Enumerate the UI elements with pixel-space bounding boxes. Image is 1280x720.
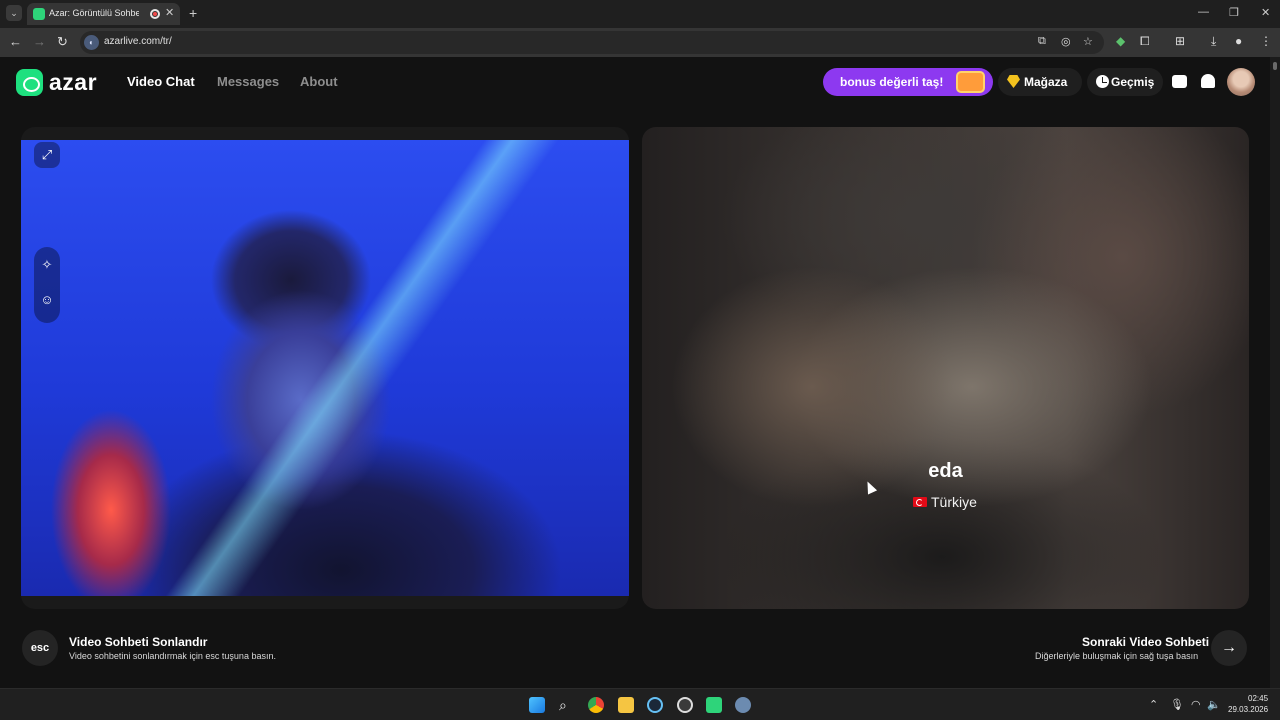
taskbar-date[interactable]: 29.03.2026 [1228,705,1268,714]
settings-gear-icon[interactable] [735,697,751,713]
bonus-label: bonus değerli taş! [840,75,944,89]
azar-app-icon[interactable] [706,697,722,713]
end-chat-hint: Video sohbetini sonlandırmak için esc tu… [69,651,276,661]
end-chat-esc-button[interactable]: esc [22,630,58,666]
windows-taskbar: ⌕ ⌃ 🎙 ◠ 🔈 02:45 29.03.2026 [0,688,1280,720]
windows-start-icon[interactable] [529,697,545,713]
treasure-chest-icon [956,71,985,93]
browser-tab[interactable]: Azar: Görüntülü Sohbet & V ✕ [27,3,180,25]
clock-icon [1096,75,1109,88]
tracking-eye-icon[interactable]: ◎ [1061,35,1071,48]
translate-icon[interactable]: ⊞ [1175,34,1185,48]
end-chat-title: Video Sohbeti Sonlandır [69,635,208,649]
store-label: Mağaza [1024,75,1068,89]
azar-logo-text[interactable]: azar [49,69,97,96]
next-chat-button[interactable]: → [1211,630,1247,666]
browser-menu-icon[interactable]: ⋮ [1260,34,1272,48]
chrome-icon[interactable] [588,697,604,713]
user-avatar[interactable] [1227,68,1255,96]
microphone-icon[interactable]: 🎙 [1170,698,1184,711]
new-tab-button[interactable]: + [189,5,197,21]
turkey-flag-icon [913,497,927,507]
back-icon[interactable]: ← [9,34,22,49]
local-camera-panel: ⤢ ✧ ☺ [21,127,629,609]
gem-icon [1007,75,1020,88]
remote-camera-panel: eda Türkiye [642,127,1249,609]
bookmark-star-icon[interactable]: ☆ [1083,35,1093,48]
window-close-button[interactable]: ✕ [1261,6,1270,19]
azar-favicon-icon [33,8,45,20]
steam-icon[interactable] [647,697,663,713]
browser-toolbar: ← → ↻ ◐ azarlive.com/tr/ ⧉ ◎ ☆ ◆ ⧠ ⊞ ⤓ ●… [0,28,1280,57]
forward-icon[interactable]: → [33,34,46,49]
expand-icon[interactable]: ⤢ [34,142,60,168]
bonus-gems-button[interactable]: bonus değerli taş! [823,68,993,96]
magic-wand-effects-icon[interactable]: ✧ [34,252,60,278]
azar-logo-icon[interactable] [16,69,43,96]
remote-user-name: eda [928,460,963,482]
site-info-icon[interactable]: ◐ [84,35,99,50]
reload-icon[interactable]: ↻ [57,34,68,50]
extension-shield-icon[interactable]: ◆ [1116,34,1125,48]
recording-indicator-icon [150,9,160,19]
history-label: Geçmiş [1111,75,1155,89]
tab-search-icon[interactable]: ⌄ [6,5,22,21]
download-icon[interactable]: ⤓ [1211,34,1216,49]
minimize-button[interactable]: — [1198,6,1209,18]
azar-app: azar Video Chat Messages About bonus değ… [0,57,1270,688]
page-scrollbar[interactable] [1270,57,1280,688]
scrollbar-thumb[interactable] [1273,62,1277,70]
search-icon[interactable]: ⌕ [559,697,575,713]
store-button[interactable]: Mağaza [998,68,1082,96]
install-app-icon[interactable]: ⧉ [1038,35,1046,48]
maximize-button[interactable]: ❐ [1229,6,1239,19]
wifi-icon[interactable]: ◠ [1191,698,1201,711]
local-video-feed [21,140,629,596]
url-text: azarlive.com/tr/ [104,36,172,47]
tray-overflow-icon[interactable]: ⌃ [1149,698,1158,711]
tab-close-icon[interactable]: ✕ [165,6,174,19]
obs-icon[interactable] [677,697,693,713]
face-sticker-icon[interactable]: ☺ [34,287,60,313]
nav-messages[interactable]: Messages [217,74,279,89]
notification-bell-icon[interactable] [1195,69,1221,95]
country-label: Türkiye [931,494,977,510]
history-button[interactable]: Geçmiş [1087,68,1163,96]
address-bar[interactable]: ◐ azarlive.com/tr/ ⧉ ◎ ☆ [80,31,1104,54]
file-explorer-icon[interactable] [618,697,634,713]
volume-icon[interactable]: 🔈 [1207,698,1221,711]
next-chat-hint: Diğerleriyle buluşmak için sağ tuşa bası… [1035,651,1199,661]
nav-video-chat[interactable]: Video Chat [127,74,195,89]
extensions-puzzle-icon[interactable]: ⧠ [1140,34,1150,49]
nav-about[interactable]: About [300,74,338,89]
tab-title: Azar: Görüntülü Sohbet & V [49,8,139,18]
inbox-icon[interactable] [1166,69,1192,95]
next-chat-title: Sonraki Video Sohbeti [1082,635,1210,649]
profile-icon[interactable]: ● [1235,34,1242,48]
taskbar-time[interactable]: 02:45 [1248,694,1268,703]
browser-tab-bar: ⌄ Azar: Görüntülü Sohbet & V ✕ + — ❐ ✕ [0,0,1280,28]
